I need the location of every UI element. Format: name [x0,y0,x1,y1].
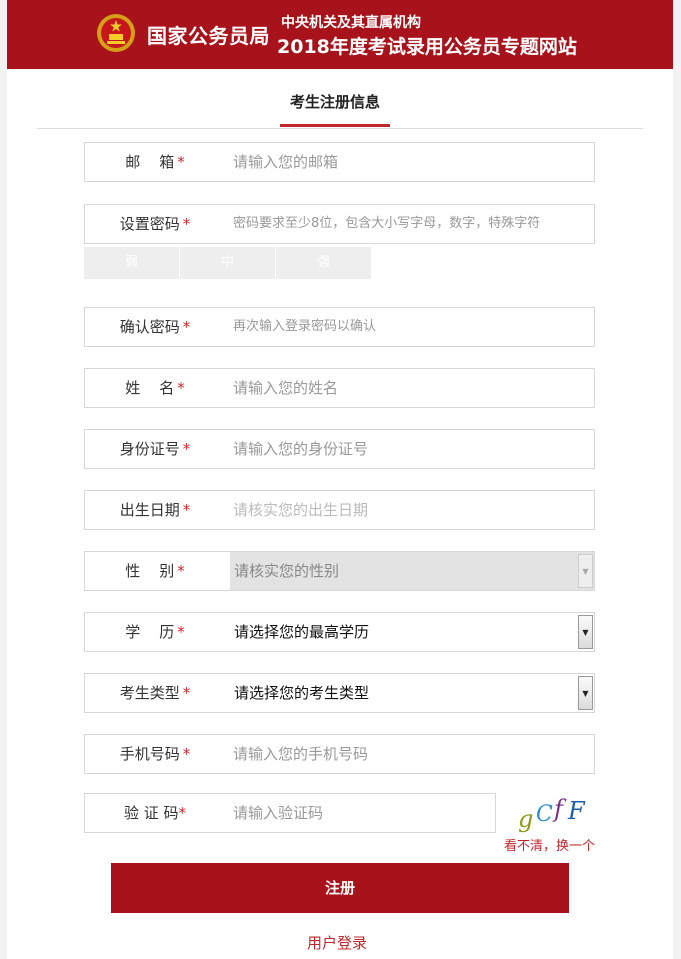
required-mark: * [182,440,191,458]
captcha-row: 验 证 码* 请输入验证码 [84,793,496,833]
candidate-type-select[interactable]: 请选择您的考生类型 ▼ [230,674,594,712]
name-label: 姓 名 * [125,379,185,397]
password-field[interactable]: 密码要求至少8位，包含大小写字母，数字，特殊字符 [233,205,540,243]
captcha-label: 验 证 码* [123,804,187,822]
phone-label: 手机号码 * [119,745,191,763]
id-number-field[interactable]: 请输入您的身份证号 [233,430,368,468]
captcha-image[interactable]: g C f F [514,791,594,833]
header-subtitle-2: 2018年度考试录用公务员专题网站 [277,36,577,58]
required-mark: * [182,318,191,336]
confirm-password-field[interactable]: 再次输入登录密码以确认 [233,308,376,346]
required-mark: * [177,562,185,580]
strength-medium: 中 [180,247,276,279]
phone-field[interactable]: 请输入您的手机号码 [233,735,368,773]
email-field[interactable]: 请输入您的邮箱 [233,143,338,181]
org-name: 国家公务员局 [147,24,270,48]
password-strength-meter: 弱 中 强 [84,247,372,279]
candidate-type-label: 考生类型 * [119,684,191,702]
password-row: 设置密码 * 密码要求至少8位，包含大小写字母，数字，特殊字符 [84,204,595,244]
chevron-down-icon[interactable]: ▼ [578,554,593,588]
gender-value: 请核实您的性别 [234,562,340,580]
confirm-password-label: 确认密码 * [119,318,191,336]
svg-text:g: g [518,805,533,833]
education-value: 请选择您的最高学历 [234,623,370,641]
required-mark: * [182,745,191,763]
required-mark: * [177,623,185,641]
registration-panel: 考生注册信息 邮 箱 * 请输入您的邮箱 设置密码 * 密码要求至少8位，包含大小写… [7,69,673,959]
strength-strong: 强 [276,247,372,279]
captcha-refresh-link[interactable]: 看不清，换一个 [504,835,595,854]
required-mark: * [178,804,187,822]
gender-label: 性 别 * [125,562,185,580]
header-subtitle-1: 中央机关及其直属机构 [281,15,421,31]
chevron-down-icon[interactable]: ▼ [578,676,593,710]
svg-text:f: f [552,795,567,823]
strength-weak: 弱 [84,247,180,279]
name-field[interactable]: 请输入您的姓名 [233,369,338,407]
candidate-type-value: 请选择您的考生类型 [234,684,370,702]
birth-date-field[interactable]: 请核实您的出生日期 [233,491,368,529]
user-login-link[interactable]: 用户登录 [307,932,367,953]
tab-registration-info[interactable]: 考生注册信息 [280,87,390,127]
required-mark: * [177,153,185,171]
required-mark: * [182,215,191,233]
captcha-field[interactable]: 请输入验证码 [233,794,323,832]
name-row: 姓 名 * 请输入您的姓名 [84,368,595,408]
required-mark: * [182,501,191,519]
svg-text:C: C [536,802,553,827]
email-label: 邮 箱 * [125,153,185,171]
gender-row: 性 别 * 请核实您的性别 ▼ [84,551,595,591]
candidate-type-row: 考生类型 * 请选择您的考生类型 ▼ [84,673,595,713]
tab-divider [37,128,643,129]
national-emblem-icon [97,14,135,52]
site-header: 国家公务员局 中央机关及其直属机构 2018年度考试录用公务员专题网站 [7,0,673,69]
confirm-password-row: 确认密码 * 再次输入登录密码以确认 [84,307,595,347]
password-label: 设置密码 * [119,215,191,233]
birth-date-row: 出生日期 * 请核实您的出生日期 [84,490,595,530]
id-number-label: 身份证号 * [119,440,191,458]
required-mark: * [177,379,185,397]
register-button[interactable]: 注册 [111,863,569,913]
education-label: 学 历 * [125,623,185,641]
required-mark: * [182,684,191,702]
phone-row: 手机号码 * 请输入您的手机号码 [84,734,595,774]
education-select[interactable]: 请选择您的最高学历 ▼ [230,613,594,651]
birth-date-label: 出生日期 * [119,501,191,519]
gender-select[interactable]: 请核实您的性别 ▼ [230,552,594,590]
id-number-row: 身份证号 * 请输入您的身份证号 [84,429,595,469]
education-row: 学 历 * 请选择您的最高学历 ▼ [84,612,595,652]
email-row: 邮 箱 * 请输入您的邮箱 [84,142,595,182]
svg-text:F: F [567,797,586,825]
chevron-down-icon[interactable]: ▼ [578,615,593,649]
